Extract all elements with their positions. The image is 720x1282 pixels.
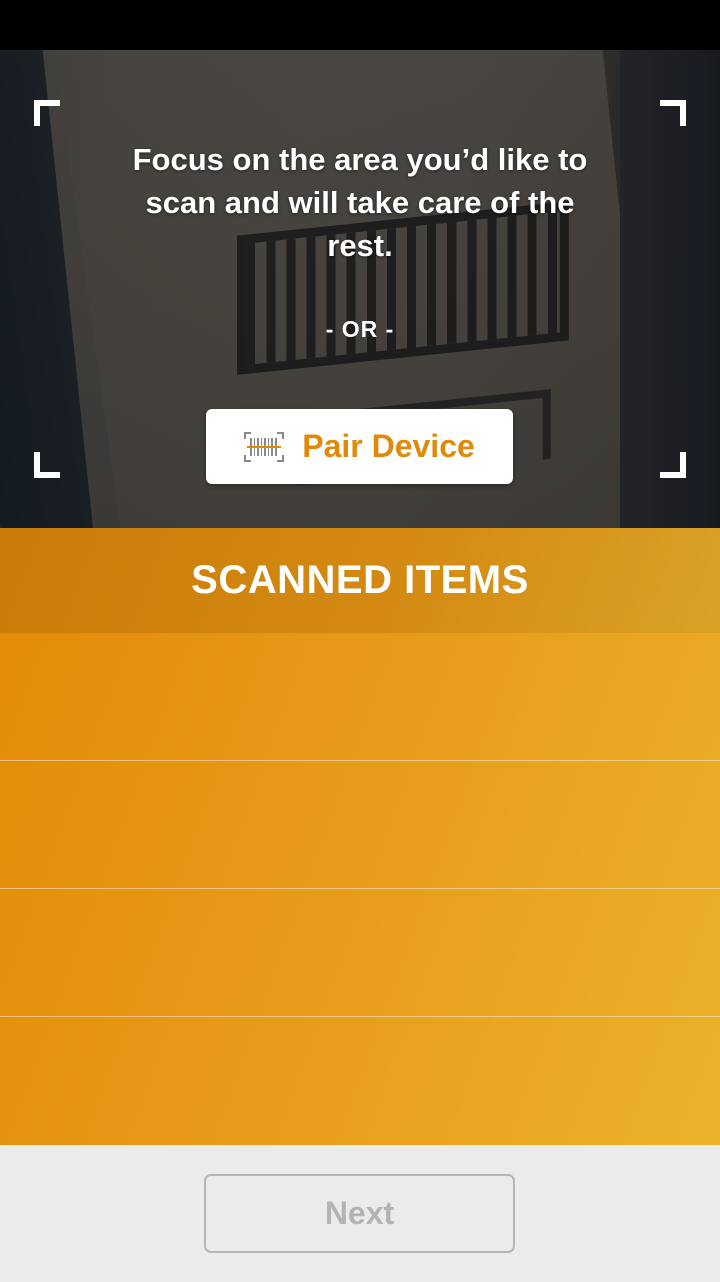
scanned-item-row: [0, 761, 720, 889]
footer-bar: Next: [0, 1145, 720, 1282]
scan-frame-corner-bottom-right: [660, 452, 686, 478]
scanned-items-panel: SCANNED ITEMS: [0, 528, 720, 1145]
or-divider: - OR -: [325, 316, 395, 342]
scanned-item-row: [0, 889, 720, 1017]
scanned-items-title: SCANNED ITEMS: [191, 558, 529, 602]
barcode-scanner-icon: [244, 431, 285, 462]
scanned-item-row: [0, 1017, 720, 1145]
scan-frame-corner-bottom-left: [34, 452, 60, 478]
scanned-item-row: [0, 633, 720, 761]
next-button[interactable]: Next: [204, 1174, 515, 1253]
status-bar: [0, 0, 720, 50]
scan-frame-corner-top-left: [34, 100, 60, 126]
scan-frame-corner-top-right: [660, 100, 686, 126]
scanned-items-header: SCANNED ITEMS: [0, 528, 720, 633]
pair-device-label: Pair Device: [302, 428, 475, 464]
pair-device-button[interactable]: Pair Device: [206, 409, 513, 484]
scan-instruction: Focus on the area you’d like to scan and…: [132, 142, 588, 263]
